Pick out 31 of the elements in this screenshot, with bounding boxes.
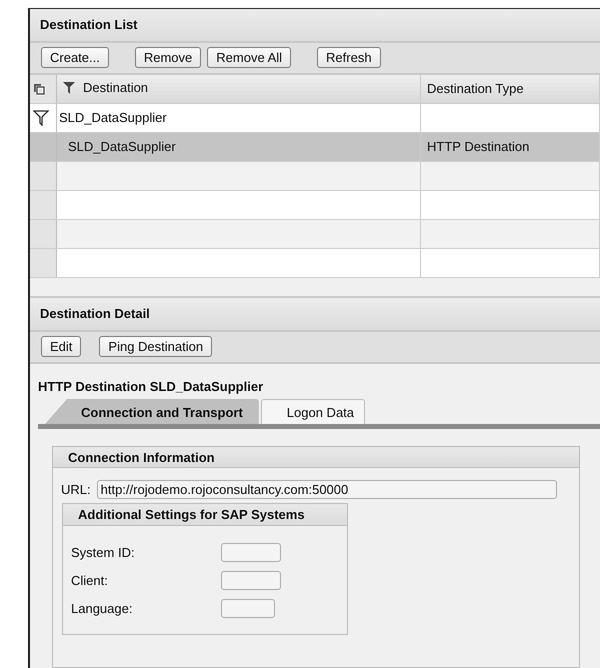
filter-field[interactable]: SLD_DataSupplier	[56, 103, 420, 132]
column-header[interactable]: Destination Type	[420, 74, 600, 104]
tab[interactable]: Connection and Transport	[45, 399, 259, 424]
filter-icon[interactable]	[33, 110, 49, 126]
field-label: Language:	[71, 600, 134, 616]
column-header[interactable]: Destination	[56, 74, 420, 104]
input-field[interactable]	[221, 570, 281, 590]
column-title: Destination	[83, 80, 148, 96]
field-label: URL:	[61, 482, 91, 497]
field-label: Client:	[71, 572, 109, 588]
table-cell: SLD_DataSupplier	[56, 132, 420, 162]
group-title: Connection Information	[53, 447, 579, 468]
input-field[interactable]	[221, 542, 281, 562]
tab[interactable]: Logon Data	[260, 399, 366, 424]
section-title: Destination List	[30, 9, 600, 43]
input-field[interactable]	[221, 598, 275, 618]
toolbar-button[interactable]: Create...	[41, 47, 109, 68]
field-label: System ID:	[71, 544, 136, 560]
table-cell: HTTP Destination	[420, 132, 600, 162]
group-title: Additional Settings for SAP Systems	[63, 504, 347, 526]
url-field[interactable]: http://rojodemo.rojoconsultancy.com:50000	[96, 480, 557, 499]
toolbar-button[interactable]: Remove All	[207, 47, 292, 68]
table-row[interactable]: SLD_DataSupplier HTTP Destination	[30, 132, 600, 162]
section-title: Destination Detail	[30, 296, 600, 332]
toolbar-button[interactable]: Refresh	[317, 47, 381, 68]
copy-icon[interactable]	[33, 82, 45, 95]
toolbar-button[interactable]: Remove	[134, 47, 202, 68]
detail-heading: HTTP Destination SLD_DataSupplier	[37, 378, 264, 394]
filter-icon[interactable]	[63, 82, 75, 94]
toolbar-button[interactable]: Edit	[41, 336, 82, 358]
toolbar-button[interactable]: Ping Destination	[99, 336, 212, 358]
